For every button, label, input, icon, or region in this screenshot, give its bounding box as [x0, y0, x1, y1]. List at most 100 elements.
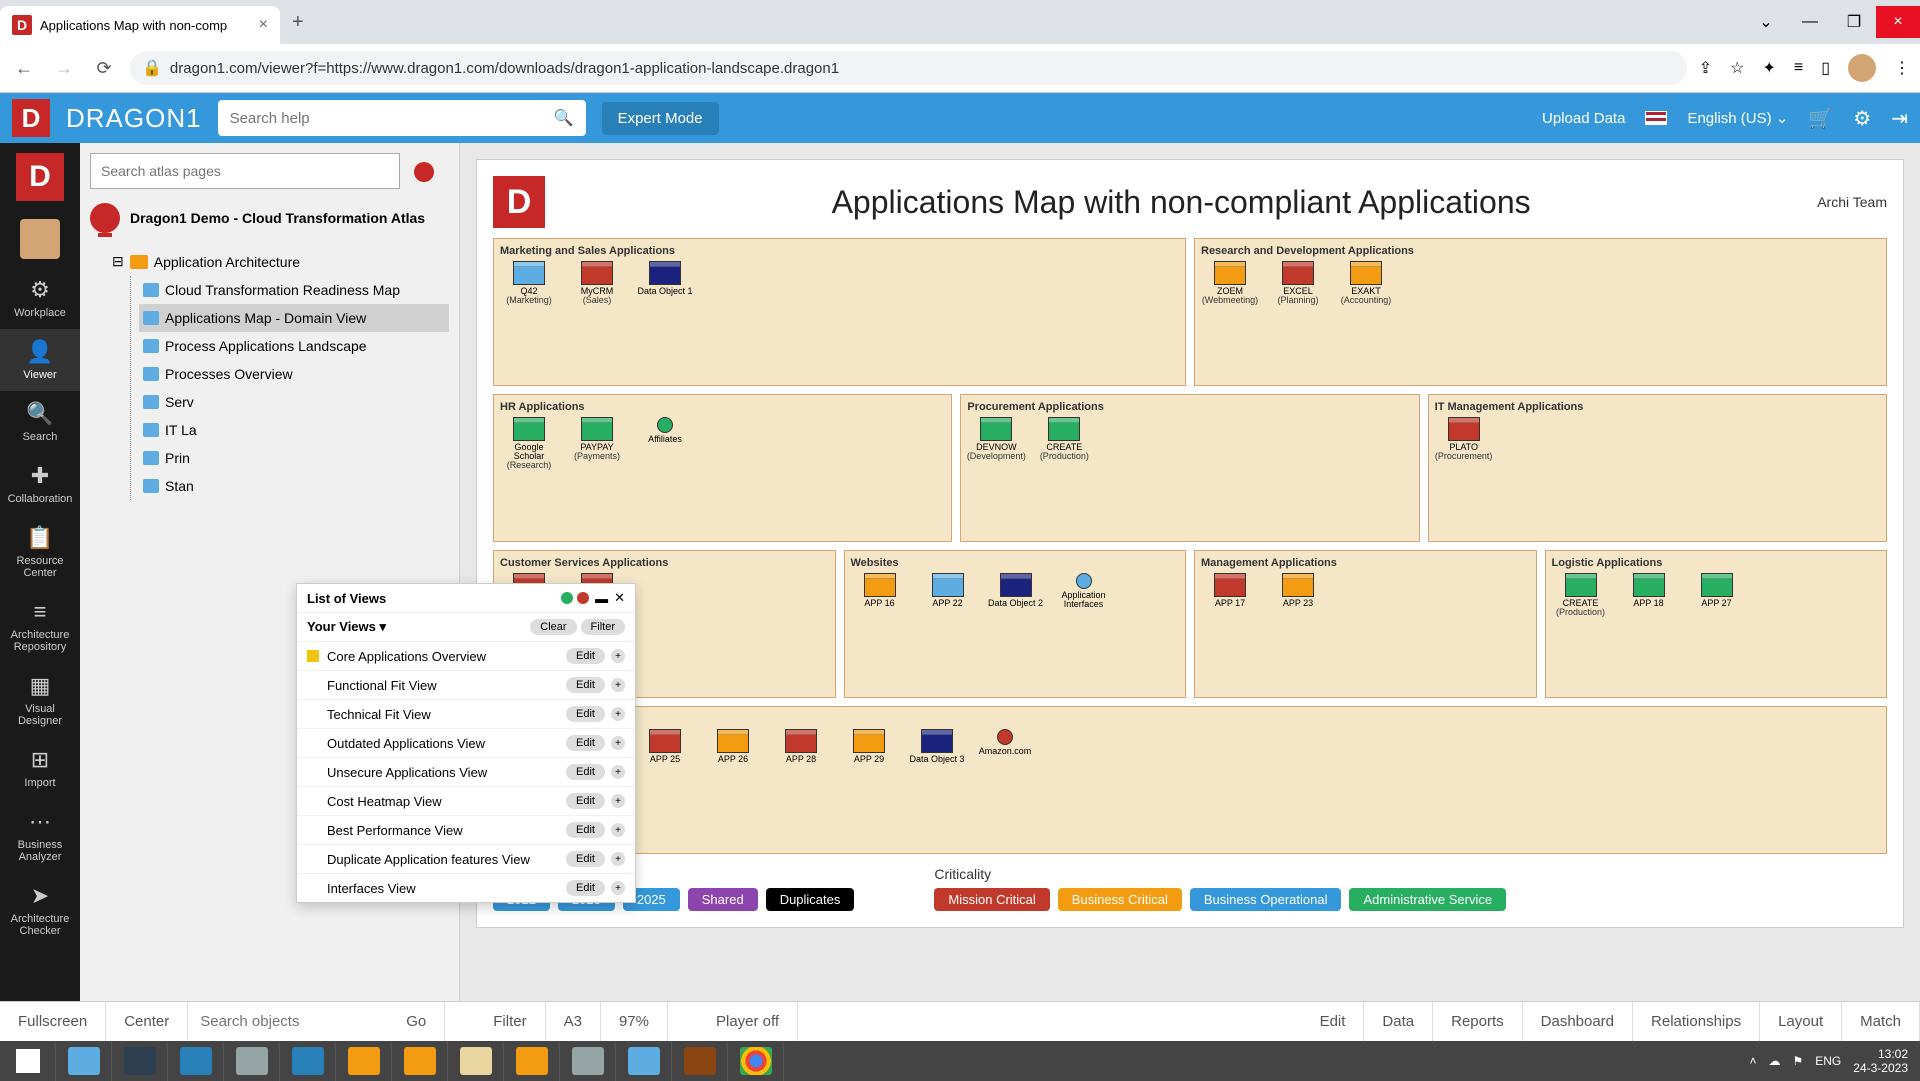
gear-icon[interactable]: ⚙ — [1853, 106, 1871, 131]
view-edit-button[interactable]: Edit — [566, 764, 605, 780]
user-avatar[interactable] — [20, 219, 60, 259]
view-edit-button[interactable]: Edit — [566, 706, 605, 722]
language-selector[interactable]: English (US) ⌄ — [1687, 109, 1788, 127]
start-button[interactable] — [0, 1041, 56, 1081]
app-item[interactable]: Data Object 3 — [908, 729, 966, 764]
app-item[interactable]: APP 23 — [1269, 573, 1327, 608]
layout-button[interactable]: Layout — [1760, 1002, 1842, 1041]
app-item[interactable]: APP 26 — [704, 729, 762, 764]
tray-cloud-icon[interactable]: ☁ — [1769, 1054, 1781, 1068]
domain-box[interactable]: Marketing and Sales ApplicationsQ42(Mark… — [493, 238, 1186, 386]
taskbar-app-9[interactable] — [504, 1041, 560, 1081]
vnav-item-import[interactable]: ⊞Import — [0, 737, 80, 799]
taskbar-app-6[interactable] — [336, 1041, 392, 1081]
vnav-item-architecture-repository[interactable]: ≡Architecture Repository — [0, 589, 80, 663]
app-item[interactable]: Application Interfaces — [1055, 573, 1113, 609]
taskbar-chrome[interactable] — [728, 1041, 784, 1081]
view-edit-button[interactable]: Edit — [566, 851, 605, 867]
taskbar-app-10[interactable] — [560, 1041, 616, 1081]
cart-icon[interactable]: 🛒 — [1808, 106, 1833, 131]
share-icon[interactable]: ⇪ — [1699, 58, 1712, 78]
domain-box[interactable]: IT Management ApplicationsPLATO(Procurem… — [1428, 394, 1887, 542]
filter-button[interactable]: Filter — [581, 619, 625, 635]
vnav-item-architecture-checker[interactable]: ➤Architecture Checker — [0, 873, 80, 947]
view-add-button[interactable]: + — [611, 852, 625, 866]
app-item[interactable]: APP 18 — [1620, 573, 1678, 617]
tree-folder[interactable]: ⊟ Application Architecture — [108, 247, 449, 276]
domain-box[interactable]: Research and Development ApplicationsZOE… — [1194, 238, 1887, 386]
taskbar-app-11[interactable] — [616, 1041, 672, 1081]
taskbar-app-12[interactable] — [672, 1041, 728, 1081]
go-button[interactable]: Go — [388, 1002, 445, 1041]
tree-page[interactable]: Process Applications Landscape — [139, 332, 449, 360]
app-item[interactable]: EXCEL(Planning) — [1269, 261, 1327, 305]
vnav-item-workplace[interactable]: ⚙Workplace — [0, 267, 80, 329]
canvas-area[interactable]: D Applications Map with non-compliant Ap… — [460, 143, 1920, 1001]
app-item[interactable]: APP 16 — [851, 573, 909, 609]
legend-pill[interactable]: Administrative Service — [1349, 888, 1506, 911]
app-item[interactable]: APP 28 — [772, 729, 830, 764]
new-tab-button[interactable]: + — [280, 11, 316, 34]
center-button[interactable]: Center — [106, 1002, 188, 1041]
menu-icon[interactable]: ⋮ — [1894, 58, 1910, 78]
app-item[interactable]: APP 29 — [840, 729, 898, 764]
reports-button[interactable]: Reports — [1433, 1002, 1523, 1041]
view-item[interactable]: Technical Fit ViewEdit+ — [297, 699, 635, 728]
relationships-button[interactable]: Relationships — [1633, 1002, 1760, 1041]
taskbar-app-1[interactable] — [56, 1041, 112, 1081]
domain-box[interactable]: Logistic ApplicationsCREATE(Production)A… — [1545, 550, 1888, 698]
vnav-item-visual-designer[interactable]: ▦Visual Designer — [0, 663, 80, 737]
app-item[interactable]: Q42(Marketing) — [500, 261, 558, 305]
clear-button[interactable]: Clear — [530, 619, 576, 635]
expert-mode-button[interactable]: Expert Mode — [602, 102, 719, 135]
app-item[interactable]: Google Scholar(Research) — [500, 417, 558, 470]
view-add-button[interactable]: + — [611, 736, 625, 750]
chevron-down-icon[interactable]: ⌄ — [1744, 6, 1788, 38]
taskbar-app-2[interactable] — [112, 1041, 168, 1081]
vnav-item-viewer[interactable]: 👤Viewer — [0, 329, 80, 391]
view-edit-button[interactable]: Edit — [566, 822, 605, 838]
vnav-item-business-analyzer[interactable]: ⋯Business Analyzer — [0, 799, 80, 873]
view-item[interactable]: Best Performance ViewEdit+ — [297, 815, 635, 844]
logout-icon[interactable]: ⇥ — [1891, 106, 1908, 131]
view-add-button[interactable]: + — [611, 707, 625, 721]
view-add-button[interactable]: + — [611, 794, 625, 808]
app-item[interactable]: CREATE(Production) — [1035, 417, 1093, 461]
view-item[interactable]: Core Applications OverviewEdit+ — [297, 641, 635, 670]
maximize-button[interactable]: ❐ — [1832, 6, 1876, 38]
tree-page[interactable]: Cloud Transformation Readiness Map — [139, 276, 449, 304]
app-item[interactable]: APP 27 — [1688, 573, 1746, 617]
view-add-button[interactable]: + — [611, 649, 625, 663]
taskbar-app-4[interactable] — [224, 1041, 280, 1081]
data-button[interactable]: Data — [1364, 1002, 1433, 1041]
list-icon[interactable]: ≡ — [1794, 59, 1803, 77]
panel-icon[interactable]: ▯ — [1821, 58, 1830, 78]
search-help-field[interactable]: 🔍 — [218, 100, 586, 136]
tray-chevron-icon[interactable]: ˄ — [1749, 1054, 1756, 1068]
search-help-input[interactable] — [230, 110, 554, 127]
upload-data-link[interactable]: Upload Data — [1542, 110, 1625, 127]
minimize-button[interactable]: — — [1788, 6, 1832, 38]
traffic-green-icon[interactable] — [561, 592, 573, 604]
tree-page[interactable]: Applications Map - Domain View — [139, 304, 449, 332]
view-add-button[interactable]: + — [611, 678, 625, 692]
view-item[interactable]: Unsecure Applications ViewEdit+ — [297, 757, 635, 786]
view-edit-button[interactable]: Edit — [566, 735, 605, 751]
star-icon[interactable]: ☆ — [1730, 58, 1744, 78]
domain-box[interactable]: HR ApplicationsGoogle Scholar(Research)P… — [493, 394, 952, 542]
close-button[interactable]: × — [1876, 6, 1920, 38]
view-add-button[interactable]: + — [611, 765, 625, 779]
extensions-icon[interactable]: ✦ — [1762, 58, 1775, 78]
edit-button[interactable]: Edit — [1302, 1002, 1365, 1041]
tray-flag-icon[interactable]: ⚑ — [1793, 1054, 1804, 1068]
back-button[interactable]: ← — [10, 54, 38, 82]
tree-page[interactable]: IT La — [139, 416, 449, 444]
app-item[interactable]: DEVNOW(Development) — [967, 417, 1025, 461]
forward-button[interactable]: → — [50, 54, 78, 82]
url-field[interactable]: 🔒 dragon1.com/viewer?f=https://www.drago… — [130, 51, 1687, 85]
taskbar-app-3[interactable] — [168, 1041, 224, 1081]
view-edit-button[interactable]: Edit — [566, 880, 605, 896]
legend-pill[interactable]: Mission Critical — [934, 888, 1049, 911]
view-edit-button[interactable]: Edit — [566, 793, 605, 809]
domain-box[interactable]: User Build ApplicationsAPP 19APP 20APP 2… — [493, 706, 1887, 854]
